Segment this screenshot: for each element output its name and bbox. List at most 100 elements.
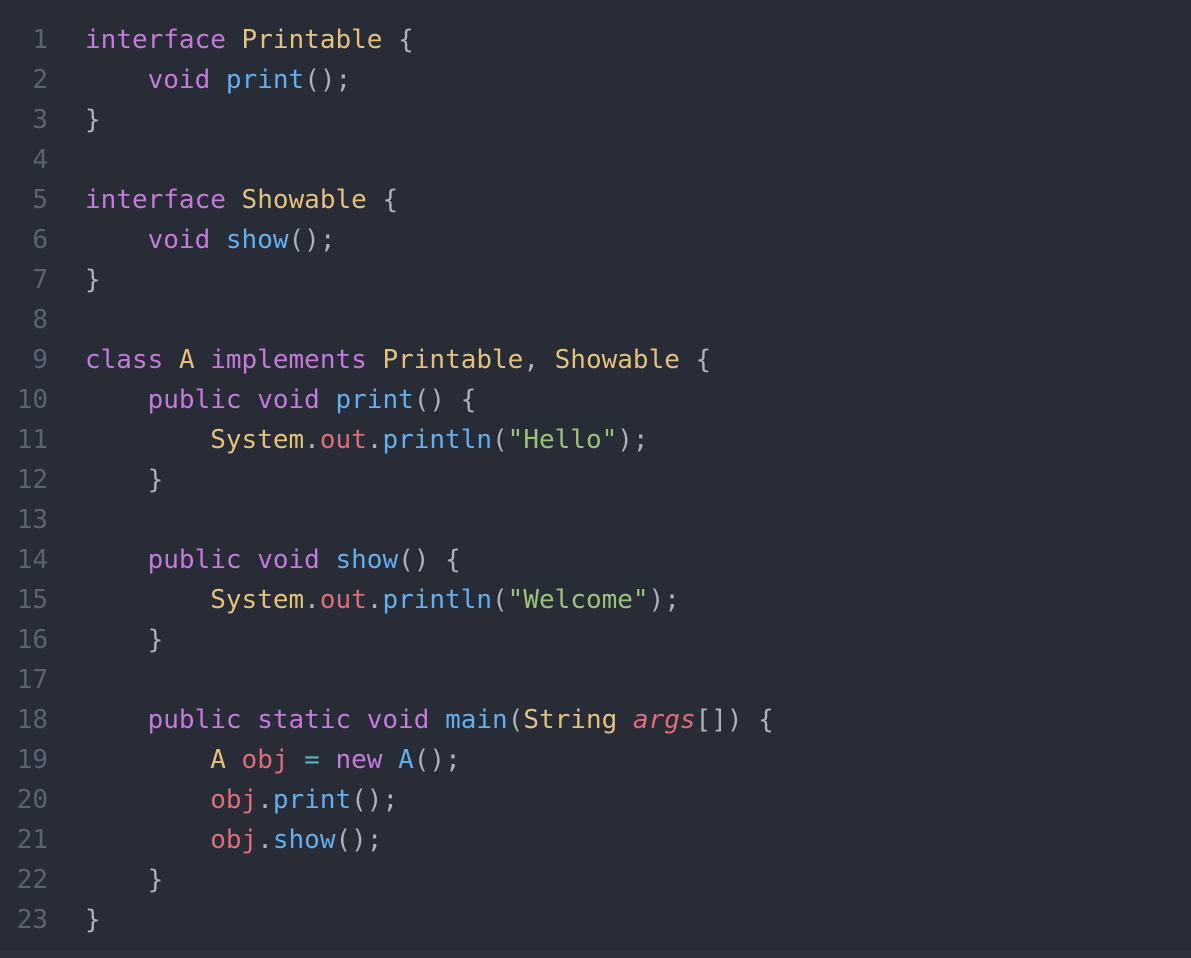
- code-line[interactable]: 6 void show();: [0, 220, 1191, 260]
- line-content[interactable]: }: [48, 460, 1191, 500]
- token-punct: ,: [523, 345, 555, 375]
- token-keyword: void: [147, 225, 211, 255]
- token-function: main: [445, 705, 508, 735]
- code-line[interactable]: 19 A obj = new A();: [0, 740, 1191, 780]
- token-type: Showable: [241, 185, 367, 215]
- line-content[interactable]: }: [48, 620, 1191, 660]
- token-param: args: [632, 705, 696, 735]
- line-content[interactable]: public void print() {: [48, 380, 1191, 420]
- line-number: 7: [32, 265, 48, 295]
- line-content[interactable]: }: [48, 900, 1191, 940]
- token-keyword: class: [85, 345, 164, 375]
- code-line[interactable]: 14 public void show() {: [0, 540, 1191, 580]
- line-content[interactable]: [48, 300, 1191, 340]
- line-content[interactable]: [48, 140, 1191, 180]
- line-content[interactable]: }: [48, 100, 1191, 140]
- line-content[interactable]: void show();: [48, 220, 1191, 260]
- line-content[interactable]: System.out.println("Welcome");: [48, 580, 1191, 620]
- token-punct: {: [695, 345, 712, 375]
- token-keyword: public: [147, 705, 242, 735]
- code-line[interactable]: 1 interface Printable {: [0, 20, 1191, 60]
- line-content[interactable]: public static void main(String args[]) {: [48, 700, 1191, 740]
- code-line[interactable]: 12 }: [0, 460, 1191, 500]
- token-punct: .: [366, 585, 383, 615]
- line-number: 1: [32, 25, 48, 55]
- code-line[interactable]: 22 }: [0, 860, 1191, 900]
- token-punct: {: [398, 25, 414, 55]
- line-content[interactable]: void print();: [48, 60, 1191, 100]
- line-content[interactable]: [48, 500, 1191, 540]
- line-number: 5: [32, 185, 48, 215]
- token-punct: ();: [304, 65, 352, 95]
- line-content[interactable]: [48, 660, 1191, 700]
- code-editor[interactable]: 1 interface Printable {2 void print(); 3} 4…: [0, 0, 1191, 958]
- code-line[interactable]: 18 public static void main(String args[]…: [0, 700, 1191, 740]
- token-function: println: [382, 425, 493, 455]
- code-line[interactable]: 8: [0, 300, 1191, 340]
- token-type: Printable: [382, 345, 524, 375]
- line-content[interactable]: interface Showable {: [48, 180, 1191, 220]
- token-keyword: implements: [210, 345, 367, 375]
- line-number: 17: [16, 665, 48, 695]
- token-punct: {: [758, 705, 774, 735]
- line-content[interactable]: class A implements Printable, Showable {: [48, 340, 1191, 380]
- line-number: 13: [16, 505, 48, 535]
- token-variable: obj: [241, 745, 289, 775]
- line-content[interactable]: System.out.println("Hello");: [48, 420, 1191, 460]
- line-content[interactable]: obj.print();: [48, 780, 1191, 820]
- token-string: "Hello": [507, 425, 618, 455]
- code-line[interactable]: 13: [0, 500, 1191, 540]
- code-line[interactable]: 15 System.out.println("Welcome");: [0, 580, 1191, 620]
- line-content[interactable]: public void show() {: [48, 540, 1191, 580]
- code-line[interactable]: 20 obj.print();: [0, 780, 1191, 820]
- line-number: 8: [32, 305, 48, 335]
- code-line[interactable]: 2 void print();: [0, 60, 1191, 100]
- code-line[interactable]: 11 System.out.println("Hello");: [0, 420, 1191, 460]
- line-number: 19: [16, 745, 48, 775]
- line-number: 12: [16, 465, 48, 495]
- token-variable: obj: [210, 785, 258, 815]
- code-line[interactable]: 16 }: [0, 620, 1191, 660]
- line-number: 23: [16, 905, 48, 935]
- line-content[interactable]: A obj = new A();: [48, 740, 1191, 780]
- token-type: Showable: [554, 345, 680, 375]
- line-content[interactable]: }: [48, 260, 1191, 300]
- token-punct: ();: [413, 745, 461, 775]
- code-line[interactable]: 7}: [0, 260, 1191, 300]
- token-punct: ();: [335, 825, 383, 855]
- code-line[interactable]: 23}: [0, 900, 1191, 940]
- code-line[interactable]: 4: [0, 140, 1191, 180]
- line-number: 3: [32, 105, 48, 135]
- line-number: 10: [16, 385, 48, 415]
- token-keyword: public: [147, 385, 242, 415]
- code-line[interactable]: 17: [0, 660, 1191, 700]
- code-line[interactable]: 9 class A implements Printable, Showable …: [0, 340, 1191, 380]
- token-punct: (: [492, 585, 508, 615]
- line-content[interactable]: interface Printable {: [48, 20, 1191, 60]
- token-variable: obj: [210, 825, 258, 855]
- code-line[interactable]: 3}: [0, 100, 1191, 140]
- token-punct: {: [445, 545, 461, 575]
- code-lines-container[interactable]: 1 interface Printable {2 void print(); 3} 4…: [0, 0, 1191, 940]
- line-content[interactable]: }: [48, 860, 1191, 900]
- code-line[interactable]: 10 public void print() {: [0, 380, 1191, 420]
- token-type: Printable: [241, 25, 383, 55]
- token-operator: =: [304, 745, 320, 775]
- code-line[interactable]: 5 interface Showable {: [0, 180, 1191, 220]
- token-type: String: [523, 705, 618, 735]
- code-line[interactable]: 21 obj.show();: [0, 820, 1191, 860]
- token-punct: }: [85, 105, 101, 135]
- line-content[interactable]: obj.show();: [48, 820, 1191, 860]
- token-type: System: [210, 425, 305, 455]
